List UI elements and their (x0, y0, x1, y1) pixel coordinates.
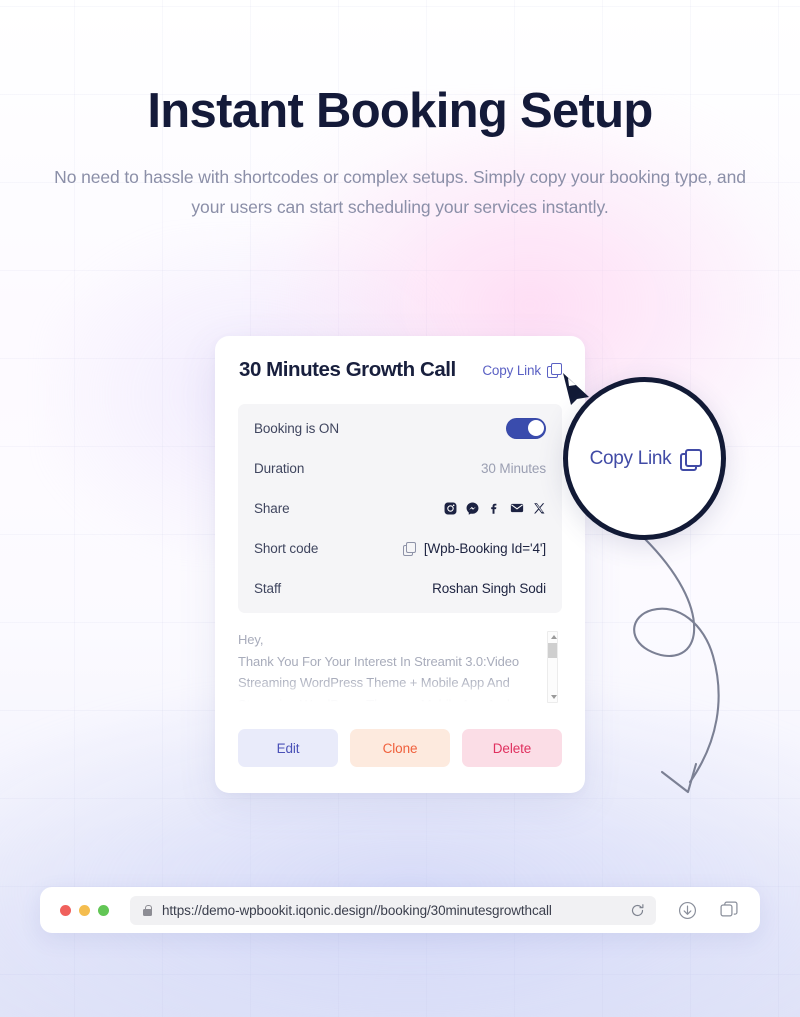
table-row-booking-status: Booking is ON (254, 408, 546, 448)
duration-label: Duration (254, 460, 305, 476)
share-label: Share (254, 500, 290, 516)
maximize-window-button[interactable] (98, 904, 109, 916)
lock-icon (143, 904, 153, 916)
scroll-down-arrow-icon[interactable] (550, 695, 557, 699)
magnifier-copy-link-label: Copy Link (589, 447, 672, 469)
window-traffic-lights (60, 904, 109, 916)
magnifier-copy-icon (680, 449, 703, 471)
copy-link-button[interactable]: Copy Link (482, 362, 562, 378)
table-row-staff: Staff Roshan Singh Sodi (254, 568, 546, 608)
booking-message-text: Hey, Thank You For Your Interest In Stre… (238, 632, 520, 705)
table-row-duration: Duration 30 Minutes (254, 448, 546, 488)
messenger-icon[interactable] (466, 502, 479, 515)
page-subtitle: No need to hassle with shortcodes or com… (54, 166, 746, 217)
booking-title: 30 Minutes Growth Call (239, 358, 456, 381)
minimize-window-button[interactable] (79, 904, 90, 916)
scrollbar-thumb[interactable] (548, 643, 557, 658)
copy-link-magnifier-callout[interactable]: Copy Link (563, 377, 726, 540)
delete-button[interactable]: Delete (462, 729, 562, 767)
edit-button[interactable]: Edit (238, 729, 338, 767)
booking-status-label: Booking is ON (254, 420, 339, 436)
table-row-shortcode: Short code [Wpb-Booking Id='4'] (254, 528, 546, 568)
clone-button[interactable]: Clone (350, 729, 450, 767)
address-bar[interactable]: https://demo-wpbookit.iqonic.design//boo… (130, 895, 656, 925)
booking-card: 30 Minutes Growth Call Copy Link Booking… (215, 336, 585, 793)
staff-label: Staff (254, 580, 282, 596)
email-icon[interactable] (510, 501, 524, 515)
staff-value: Roshan Singh Sodi (432, 580, 546, 596)
curly-arrow-annotation (633, 536, 720, 794)
table-row-share: Share (254, 488, 546, 528)
booking-message-box[interactable]: Hey, Thank You For Your Interest In Stre… (238, 629, 562, 705)
copy-shortcode-icon[interactable] (402, 542, 417, 556)
message-scrollbar[interactable] (547, 631, 558, 703)
download-icon[interactable] (678, 901, 697, 920)
shortcode-value-group: [Wpb-Booking Id='4'] (402, 540, 546, 556)
page-title: Instant Booking Setup (147, 84, 653, 138)
share-icons-group (444, 501, 546, 515)
url-text: https://demo-wpbookit.iqonic.design//boo… (162, 902, 552, 918)
browser-url-bar: https://demo-wpbookit.iqonic.design//boo… (40, 887, 760, 933)
hero-section: Instant Booking Setup No need to hassle … (0, 0, 800, 222)
tabs-icon[interactable] (719, 900, 739, 920)
booking-card-header: 30 Minutes Growth Call Copy Link (238, 358, 562, 382)
copy-link-label: Copy Link (482, 362, 541, 378)
instagram-icon[interactable] (444, 502, 457, 515)
close-window-button[interactable] (60, 904, 71, 916)
booking-status-toggle[interactable] (506, 417, 546, 439)
facebook-icon[interactable] (488, 502, 501, 515)
scroll-up-arrow-icon[interactable] (550, 635, 557, 639)
duration-value: 30 Minutes (480, 460, 546, 476)
reload-icon[interactable] (630, 903, 645, 918)
browser-toolbar-icons (678, 900, 739, 920)
x-twitter-icon[interactable] (533, 502, 546, 515)
shortcode-value: [Wpb-Booking Id='4'] (423, 540, 546, 556)
booking-details-table: Booking is ON Duration 30 Minutes Share (238, 404, 562, 613)
shortcode-label: Short code (254, 540, 319, 556)
card-action-buttons: Edit Clone Delete (238, 729, 562, 767)
